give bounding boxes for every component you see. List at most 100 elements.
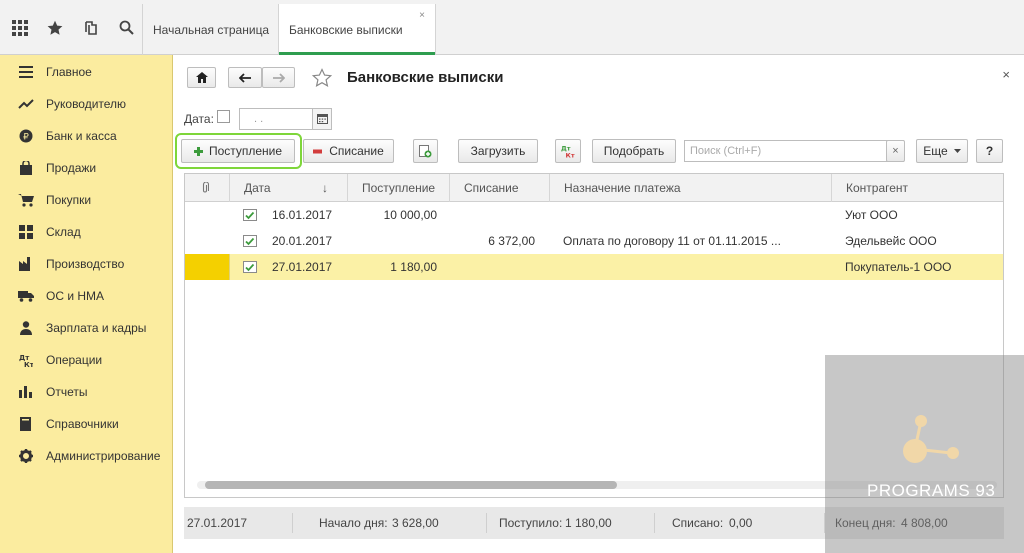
help-button[interactable]: ? <box>976 139 1003 163</box>
receipt-cell: 1 180,00 <box>390 260 437 274</box>
sidebar-item-label: Справочники <box>46 417 119 431</box>
sidebar-item-manager[interactable]: Руководителю <box>0 88 173 120</box>
footer-divider <box>654 513 655 533</box>
date-column-header[interactable]: Дата ↓ <box>229 174 347 202</box>
start-of-day-label: Начало дня: <box>319 516 388 530</box>
back-button[interactable] <box>228 67 262 88</box>
menu-lines-icon <box>17 66 35 78</box>
more-button[interactable]: Еще <box>916 139 968 163</box>
tab-close-icon[interactable]: × <box>419 10 425 21</box>
close-icon[interactable]: × <box>1002 67 1010 82</box>
current-row-marker <box>185 254 229 280</box>
minus-icon <box>313 149 323 153</box>
sidebar-item-label: Отчеты <box>46 385 88 399</box>
person-icon <box>17 321 35 335</box>
writeoff-cell: 6 372,00 <box>488 234 535 248</box>
home-button[interactable] <box>187 67 216 88</box>
receipt-button[interactable]: Поступление <box>181 139 295 163</box>
receipt-cell <box>347 228 437 254</box>
svg-text:Кт: Кт <box>24 361 33 367</box>
home-icon <box>195 72 208 83</box>
favorites-star-icon[interactable] <box>40 12 72 44</box>
tab-bank-statements-label: Банковские выписки <box>289 22 403 37</box>
forward-button[interactable] <box>262 67 295 88</box>
table-row-selected[interactable]: 27.01.2017 1 180,00 Покупатель-1 ООО <box>185 254 1003 280</box>
writeoff-button[interactable]: Списание <box>303 139 394 163</box>
date-cell: 20.01.2017 <box>272 234 333 248</box>
sidebar-item-label: Склад <box>46 225 81 239</box>
page-title: Банковские выписки <box>347 69 504 86</box>
date-input[interactable]: . . <box>239 108 313 130</box>
sidebar-item-label: Зарплата и кадры <box>46 321 147 335</box>
calendar-icon <box>316 114 328 124</box>
book-icon <box>17 417 35 431</box>
apps-grid-icon[interactable] <box>4 12 36 44</box>
writeoff-button-label: Списание <box>329 144 384 158</box>
table-row[interactable]: 16.01.2017 10 000,00 Уют ООО <box>185 202 1003 228</box>
sidebar-item-admin[interactable]: Администрирование <box>0 440 173 472</box>
table-header: Дата ↓ Поступление Списание Назначение п… <box>185 174 1003 202</box>
posted-document-icon <box>243 209 257 221</box>
tab-bank-statements[interactable]: Банковские выписки × <box>278 4 436 55</box>
counterparty-cell: Уют ООО <box>845 208 898 222</box>
footer-date: 27.01.2017 <box>187 516 248 530</box>
date-cell: 27.01.2017 <box>272 260 333 274</box>
sidebar-item-sales[interactable]: Продажи <box>0 152 173 184</box>
pick-button-label: Подобрать <box>603 144 665 158</box>
load-button[interactable]: Загрузить <box>458 139 538 163</box>
arrow-left-icon <box>239 72 251 83</box>
posted-document-icon <box>243 261 257 273</box>
plus-icon <box>193 146 203 156</box>
receipt-cell: 10 000,00 <box>383 208 437 222</box>
factory-icon <box>17 257 35 271</box>
attachment-column-header[interactable] <box>185 174 229 202</box>
sidebar-item-production[interactable]: Производство <box>0 248 173 280</box>
warehouse-icon <box>17 225 35 239</box>
favorite-star-icon[interactable] <box>312 68 332 88</box>
trend-chart-icon <box>17 98 35 110</box>
writeoff-cell <box>449 254 535 280</box>
written-off-value: 0,00 <box>729 516 753 530</box>
copy-button[interactable] <box>413 139 438 163</box>
sidebar-item-fixed-assets[interactable]: ОС и НМА <box>0 280 173 312</box>
search-icon[interactable] <box>111 12 143 44</box>
svg-text:₽: ₽ <box>23 133 29 143</box>
sidebar-item-payroll[interactable]: Зарплата и кадры <box>0 312 173 344</box>
scrollbar-thumb[interactable] <box>205 481 617 489</box>
search-clear-button[interactable]: × <box>886 140 905 162</box>
writeoff-column-header[interactable]: Списание <box>449 174 549 202</box>
date-checkbox[interactable] <box>217 110 230 123</box>
pick-button[interactable]: Подобрать <box>592 139 676 163</box>
more-button-label: Еще <box>923 144 948 158</box>
date-label: Дата: <box>184 112 214 126</box>
sidebar-item-main[interactable]: Главное <box>0 56 173 88</box>
sidebar-item-warehouse[interactable]: Склад <box>0 216 173 248</box>
calendar-button[interactable] <box>312 108 332 130</box>
sidebar-item-operations[interactable]: Дт Кт Операции <box>0 344 173 376</box>
writeoff-cell <box>449 202 535 228</box>
tab-home-label: Начальная страница <box>153 22 270 37</box>
gear-icon <box>17 449 35 463</box>
sidebar-item-references[interactable]: Справочники <box>0 408 173 440</box>
receipt-column-header[interactable]: Поступление <box>347 174 449 202</box>
dt-kt-button[interactable]: Дт Кт <box>555 139 581 163</box>
tab-home[interactable]: Начальная страница <box>142 4 278 55</box>
sidebar-item-purchases[interactable]: Покупки <box>0 184 173 216</box>
watermark-text: PROGRAMS 93 <box>867 481 996 500</box>
sidebar-item-label: Покупки <box>46 193 92 207</box>
counterparty-column-header[interactable]: Контрагент <box>831 174 1003 202</box>
search-input[interactable]: Поиск (Ctrl+F) <box>684 140 904 162</box>
sidebar-item-label: Руководителю <box>46 97 127 111</box>
watermark: PROGRAMS 93 <box>825 355 1024 553</box>
history-icon[interactable] <box>75 12 107 44</box>
purpose-column-header[interactable]: Назначение платежа <box>549 174 831 202</box>
shopping-bag-icon <box>17 161 35 175</box>
start-of-day-value: 3 628,00 <box>392 516 439 530</box>
svg-text:Кт: Кт <box>566 152 575 159</box>
arrow-right-icon <box>272 72 285 83</box>
table-row[interactable]: 20.01.2017 6 372,00 Оплата по договору 1… <box>185 228 1003 254</box>
add-document-icon <box>419 144 432 157</box>
sidebar-item-bank[interactable]: ₽ Банк и касса <box>0 120 173 152</box>
sidebar-item-reports[interactable]: Отчеты <box>0 376 173 408</box>
sidebar-item-label: Главное <box>46 65 92 79</box>
